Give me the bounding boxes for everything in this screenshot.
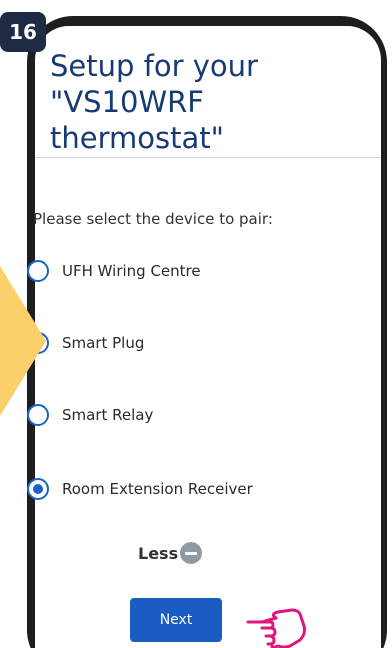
option-label: UFH Wiring Centre	[62, 262, 201, 280]
yellow-arrow-icon	[0, 266, 46, 416]
option-smart-plug[interactable]: Smart Plug	[27, 328, 327, 358]
title-line-1: Setup for your	[50, 49, 258, 83]
title-line-3: thermostat"	[50, 121, 224, 155]
option-label: Smart Plug	[62, 334, 145, 352]
title-line-2: "VS10WRF	[50, 85, 204, 119]
option-label: Smart Relay	[62, 406, 154, 424]
page-title: Setup for your "VS10WRF thermostat"	[50, 48, 370, 156]
radio-selected-dot	[33, 484, 43, 494]
less-toggle[interactable]: Less	[138, 539, 203, 567]
less-label: Less	[138, 543, 179, 563]
next-button[interactable]: Next	[130, 598, 222, 642]
minus-icon	[180, 542, 203, 564]
pair-prompt: Please select the device to pair:	[33, 210, 273, 228]
radio-room-extension-receiver[interactable]	[27, 478, 49, 500]
option-label: Room Extension Receiver	[62, 480, 253, 498]
tutorial-frame: Setup for your "VS10WRF thermostat" Plea…	[0, 0, 392, 648]
option-smart-relay[interactable]: Smart Relay	[27, 400, 327, 430]
step-badge: 16	[0, 12, 46, 52]
title-divider	[35, 157, 381, 158]
option-ufh-wiring-centre[interactable]: UFH Wiring Centre	[27, 256, 327, 286]
option-room-extension-receiver[interactable]: Room Extension Receiver	[27, 474, 327, 504]
hand-pointer-icon	[246, 608, 306, 648]
